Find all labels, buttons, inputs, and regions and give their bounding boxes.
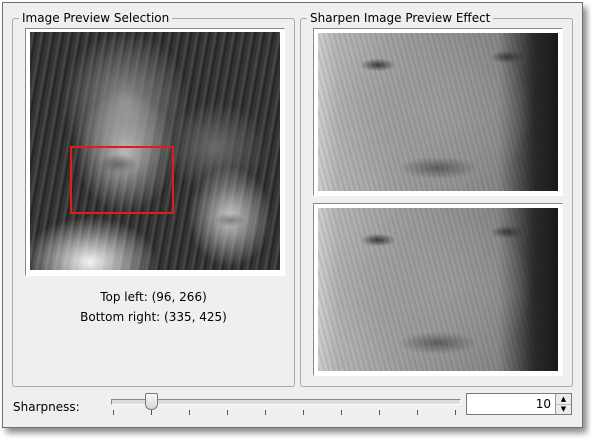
sharpness-slider-thumb[interactable] (145, 393, 158, 410)
preview-frame (25, 28, 285, 276)
slider-tick (455, 410, 456, 415)
sharpness-spinbox[interactable]: ▲ ▼ (466, 393, 572, 415)
image-preview-selection-group: Image Preview Selection Top left: (96, 2… (12, 11, 295, 387)
original-preview-frame (313, 28, 563, 196)
slider-tick (265, 410, 266, 415)
slider-tick (113, 410, 114, 415)
sharpen-preview-effect-title: Sharpen Image Preview Effect (307, 11, 494, 25)
sharpen-preview-effect-group: Sharpen Image Preview Effect (300, 11, 573, 387)
spin-buttons: ▲ ▼ (555, 394, 571, 414)
slider-tick (341, 410, 342, 415)
spin-down-icon[interactable]: ▼ (556, 404, 571, 414)
sharpness-slider-track[interactable] (111, 399, 461, 405)
original-preview-image (318, 33, 558, 191)
image-preview-selection-title: Image Preview Selection (19, 11, 173, 25)
sharpness-label: Sharpness: (13, 400, 80, 414)
selection-rectangle[interactable] (70, 146, 174, 214)
slider-tick (303, 410, 304, 415)
sharpened-preview-frame (313, 203, 563, 376)
slider-tick (189, 410, 190, 415)
bottom-right-coordinates: Bottom right: (335, 425) (80, 310, 227, 324)
slider-tick (227, 410, 228, 415)
slider-tick (379, 410, 380, 415)
sharpness-value-input[interactable] (467, 394, 553, 414)
slider-tick (151, 410, 152, 415)
slider-tick (417, 410, 418, 415)
source-photo[interactable] (30, 32, 280, 270)
sharpened-preview-image (318, 208, 558, 371)
sharpen-dialog-window: Image Preview Selection Top left: (96, 2… (2, 2, 583, 428)
top-left-coordinates: Top left: (96, 266) (100, 290, 207, 304)
